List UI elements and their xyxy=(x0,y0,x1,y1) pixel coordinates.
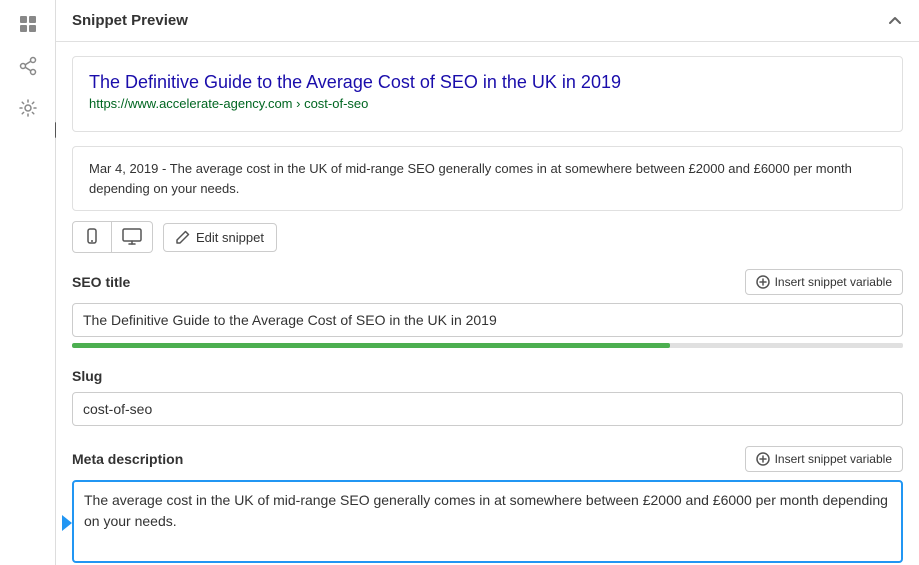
seo-title-progress-fill xyxy=(72,343,670,348)
seo-title-section: SEO title Insert snippet variable xyxy=(72,269,903,348)
seo-title-insert-variable-button[interactable]: Insert snippet variable xyxy=(745,269,903,295)
snippet-preview-card: The Definitive Guide to the Average Cost… xyxy=(72,56,903,132)
slug-header: Slug xyxy=(72,368,903,384)
meta-description-input-wrapper xyxy=(72,480,903,565)
slug-section: Slug xyxy=(72,368,903,426)
meta-description-arrow-indicator xyxy=(62,515,72,531)
edit-snippet-button[interactable]: Edit snippet xyxy=(163,223,277,252)
meta-description-section: Meta description Insert snippet variable xyxy=(72,446,903,565)
collapse-button[interactable] xyxy=(887,13,903,29)
panel-title: Snippet Preview xyxy=(72,12,188,29)
settings-icon-button[interactable] xyxy=(6,88,50,128)
desktop-device-button[interactable] xyxy=(112,221,153,253)
main-panel: Snippet Preview The Definitive Guide to … xyxy=(56,0,919,565)
grid-icon-button[interactable] xyxy=(6,4,50,44)
seo-title-label: SEO title xyxy=(72,274,130,290)
seo-title-header: SEO title Insert snippet variable xyxy=(72,269,903,295)
snippet-description-text: - The average cost in the UK of mid-rang… xyxy=(89,161,852,196)
share-icon-button[interactable] xyxy=(6,46,50,86)
seo-title-input[interactable] xyxy=(72,303,903,337)
slug-input[interactable] xyxy=(72,392,903,426)
meta-description-textarea[interactable] xyxy=(72,480,903,563)
snippet-title-link[interactable]: The Definitive Guide to the Average Cost… xyxy=(89,71,886,94)
meta-description-label: Meta description xyxy=(72,451,183,467)
panel-header: Snippet Preview xyxy=(56,0,919,42)
snippet-url: https://www.accelerate-agency.com › cost… xyxy=(89,96,886,111)
seo-title-insert-variable-label: Insert snippet variable xyxy=(775,275,892,289)
meta-description-insert-variable-button[interactable]: Insert snippet variable xyxy=(745,446,903,472)
meta-description-insert-variable-label: Insert snippet variable xyxy=(775,452,892,466)
snippet-date: Mar 4, 2019 xyxy=(89,161,158,176)
seo-title-progress-track xyxy=(72,343,903,348)
snippet-toolbar: Edit snippet xyxy=(72,221,903,253)
edit-snippet-label: Edit snippet xyxy=(196,230,264,245)
sidebar xyxy=(0,0,56,565)
snippet-description-card: Mar 4, 2019 - The average cost in the UK… xyxy=(72,146,903,211)
slug-label: Slug xyxy=(72,368,102,384)
meta-description-header: Meta description Insert snippet variable xyxy=(72,446,903,472)
mobile-device-button[interactable] xyxy=(72,221,112,253)
